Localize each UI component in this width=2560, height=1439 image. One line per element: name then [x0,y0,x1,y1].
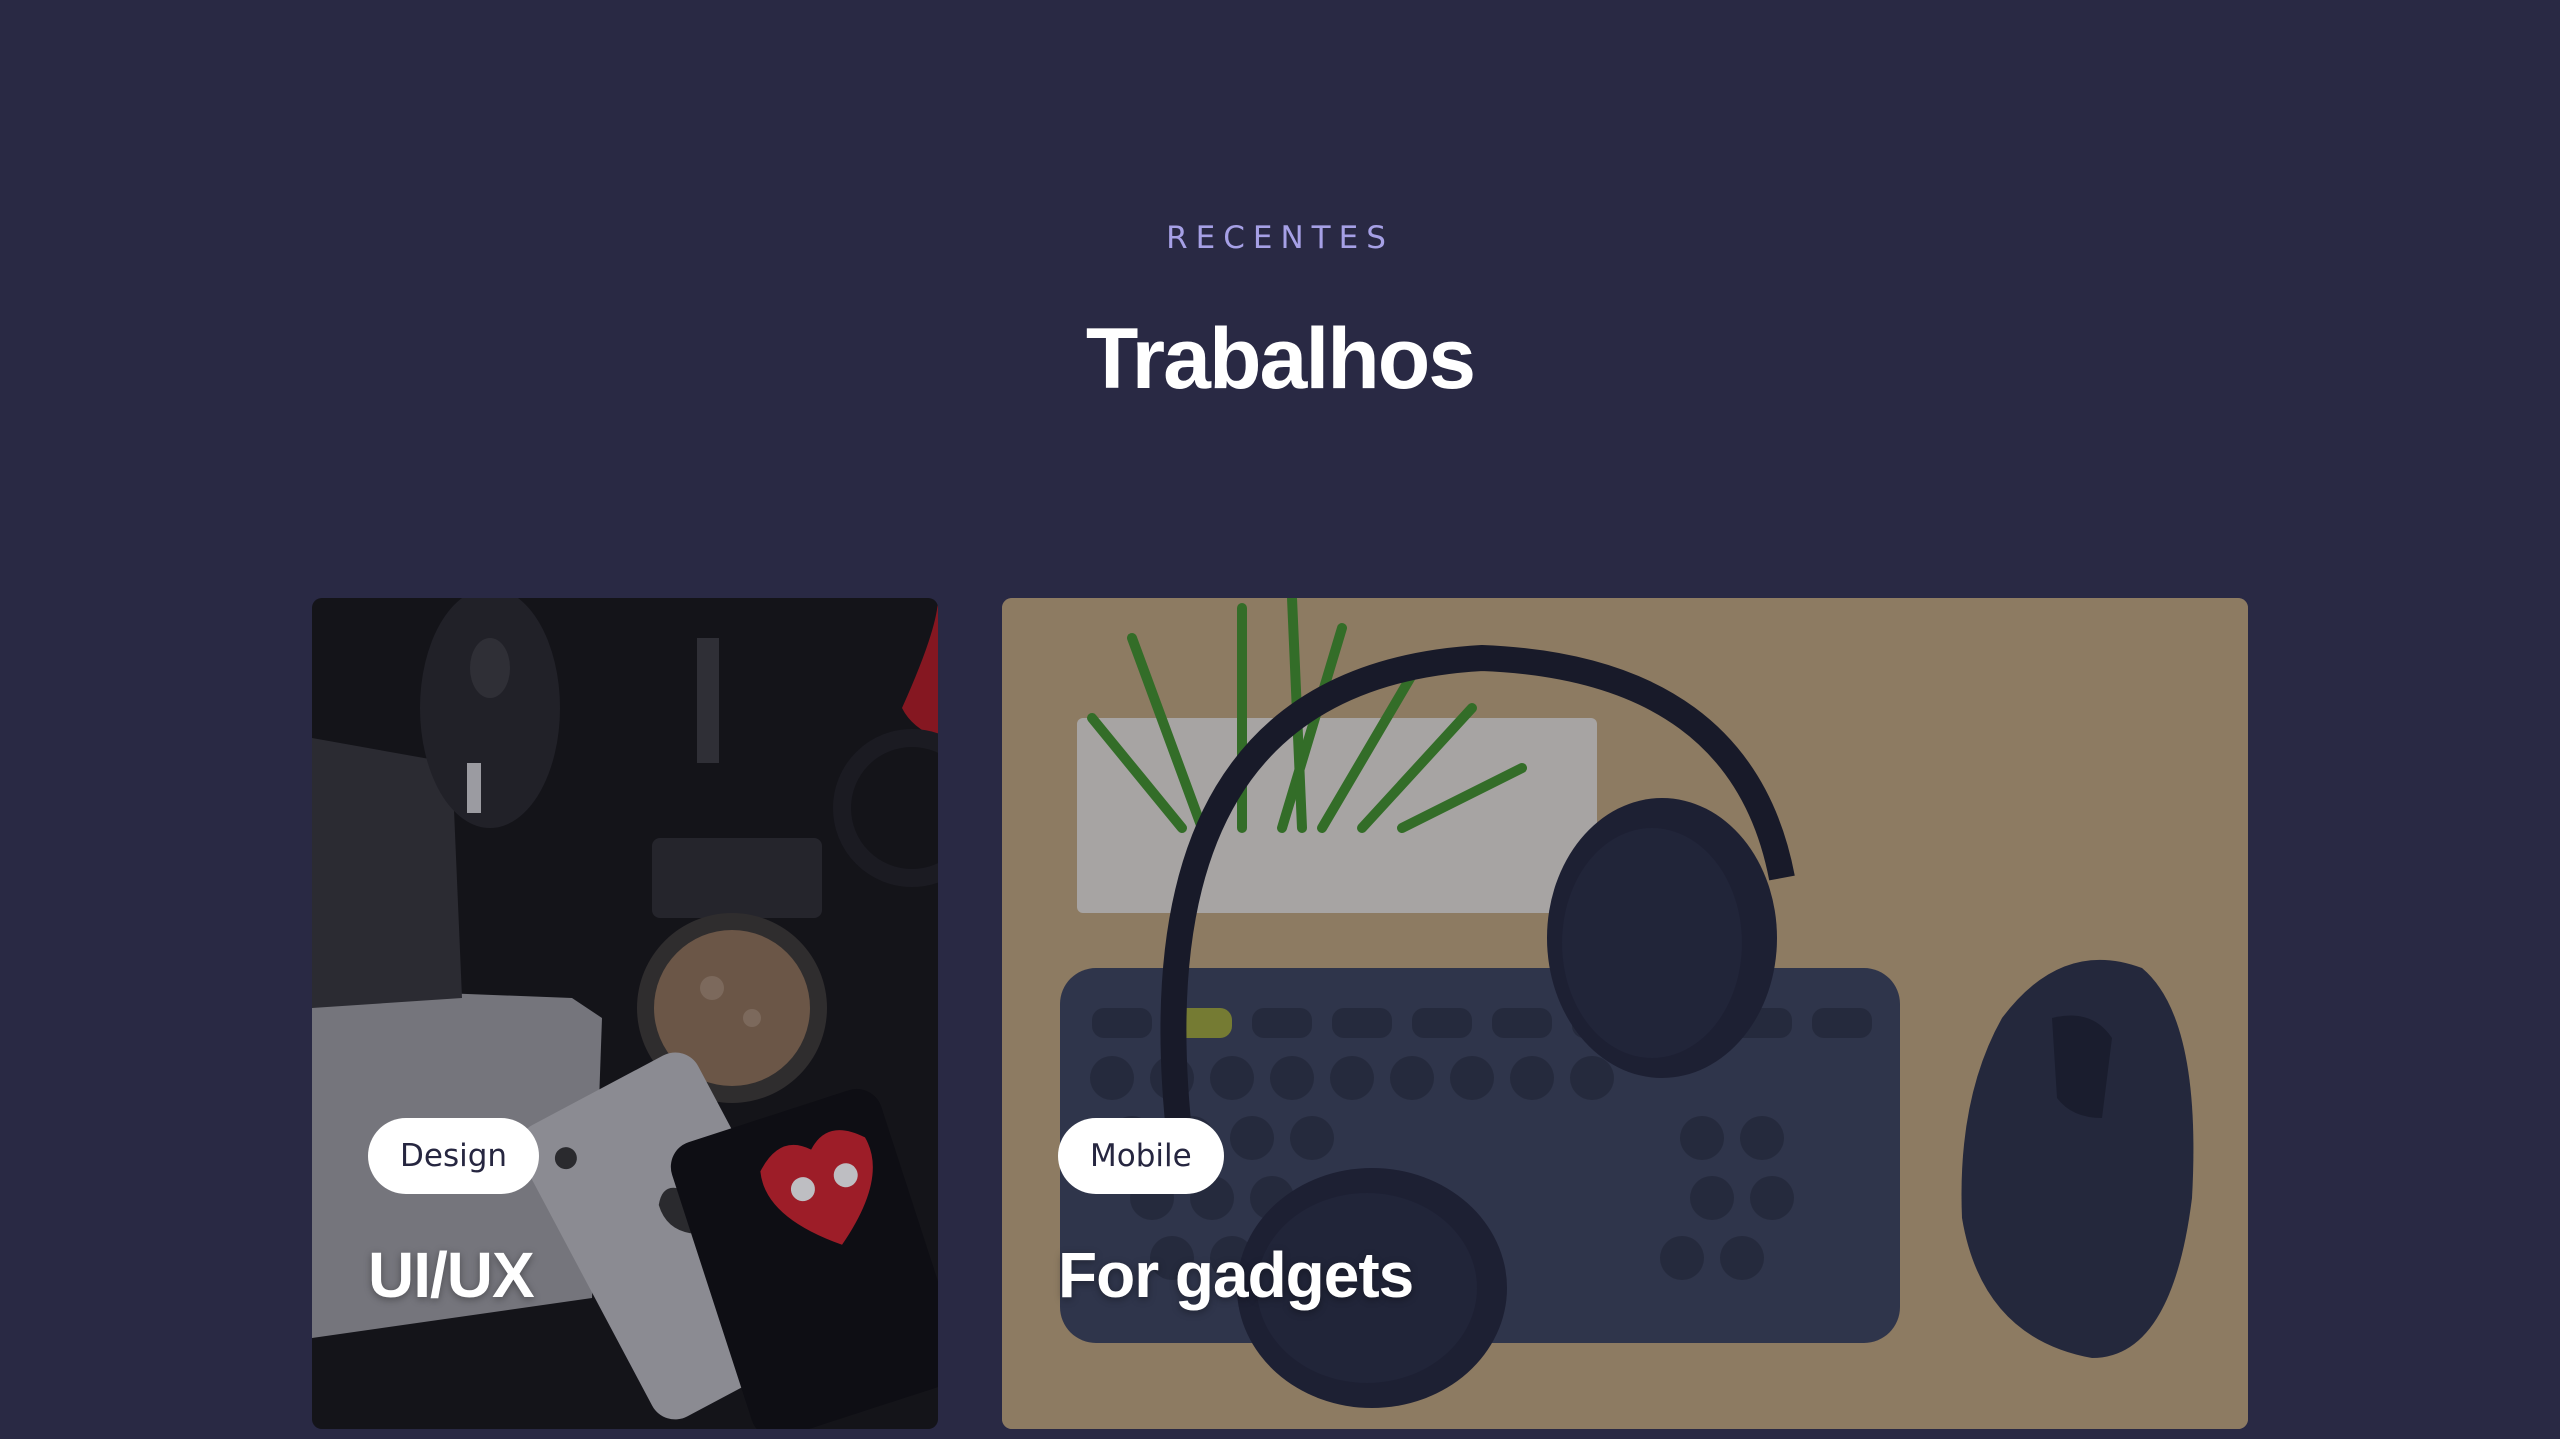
tag-badge: Mobile [1058,1118,1224,1194]
tag-badge: Design [368,1118,540,1194]
project-title: For gadgets [1058,1239,1414,1311]
project-card-for-gadgets[interactable]: Mobile For gadgets [1002,598,2248,1429]
section-eyebrow: RECENTES [1166,220,1394,256]
project-title: UI/UX [368,1239,535,1311]
section-title: Trabalhos [1085,311,1476,407]
project-card-ui-ux[interactable]: Design UI/UX [312,598,938,1429]
